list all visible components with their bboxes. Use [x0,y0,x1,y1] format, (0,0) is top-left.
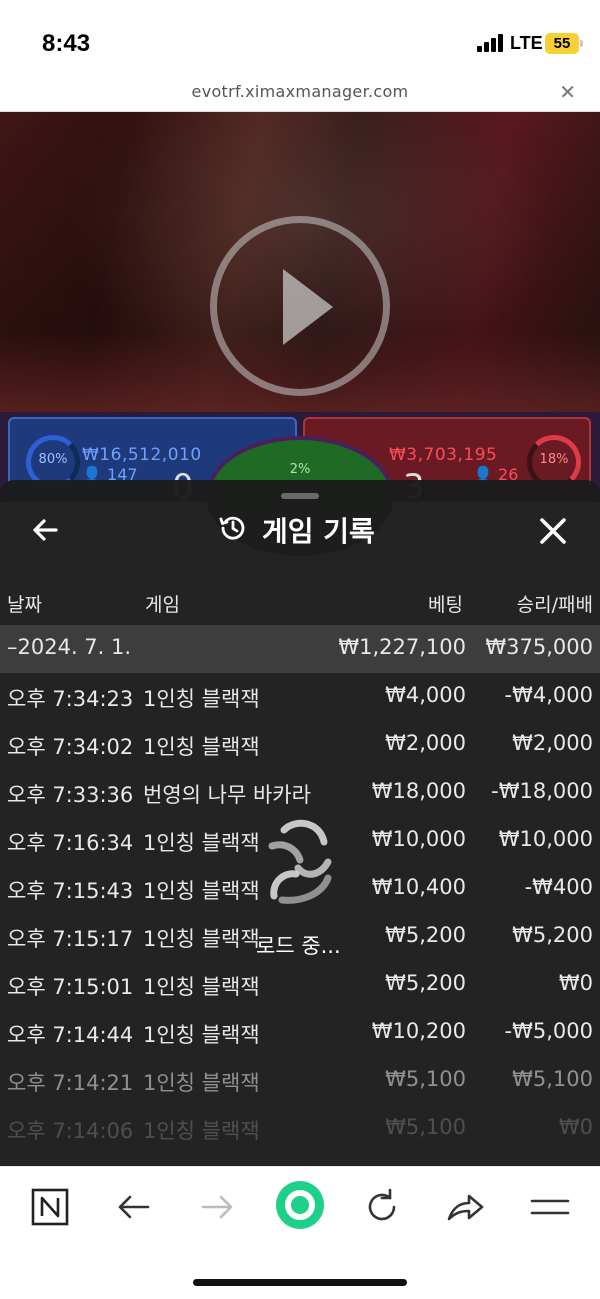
table-row[interactable]: 오후 7:15:01 1인칭 블랙잭 ₩5,200 ₩0 [0,961,600,1009]
status-bar: 8:43 LTE 55 [0,0,600,80]
url-text[interactable]: evotrf.ximaxmanager.com [0,82,600,101]
banker-percent: 18% [539,452,569,467]
status-time: 8:43 [42,30,91,57]
row-time: 오후 7:16:34 [7,831,134,855]
row-bet: ₩5,200 [385,923,466,947]
row-time: 오후 7:15:01 [7,975,134,999]
url-bar[interactable]: evotrf.ximaxmanager.com ✕ [0,80,600,112]
row-bet: ₩10,200 [371,1019,466,1043]
row-game: 1인칭 블랙잭 [143,879,260,903]
column-result: 승리/패배 [516,594,593,616]
sheet-title-text: 게임 기록 [262,515,375,548]
player-percent: 80% [38,452,68,467]
row-bet: ₩2,000 [385,731,466,755]
signal-icon [477,34,503,52]
table-row[interactable]: 오후 7:14:06 1인칭 블랙잭 ₩5,100 ₩0 [0,1105,600,1153]
back-icon[interactable] [112,1185,156,1229]
home-indicator[interactable] [193,1279,407,1286]
table-row[interactable]: 오후 7:34:02 1인칭 블랙잭 ₩2,000 ₩2,000 [0,721,600,769]
row-time: 오후 7:14:44 [7,1023,134,1047]
column-bet: 베팅 [428,594,463,616]
row-time: 오후 7:15:43 [7,879,134,903]
drag-handle[interactable] [281,493,319,499]
row-game: 1인칭 블랙잭 [143,831,260,855]
live-video[interactable] [0,112,600,422]
row-result: ₩5,100 [512,1067,593,1091]
close-url-icon[interactable]: ✕ [559,80,576,104]
row-game: 1인칭 블랙잭 [143,1119,260,1143]
summary-bet: ₩1,227,100 [338,635,466,659]
game-history-sheet: 게임 기록 날짜 게임 베팅 승리/패배 –2024. 7. 1. ₩1,227… [0,480,600,1166]
menu-icon[interactable] [528,1185,572,1229]
table-header: 날짜 게임 베팅 승리/패배 [0,584,600,624]
naver-home-icon[interactable] [28,1185,72,1229]
row-bet: ₩10,000 [371,827,466,851]
reload-icon[interactable] [360,1185,404,1229]
row-time: 오후 7:33:36 [7,783,134,807]
row-bet: ₩10,400 [371,875,466,899]
sheet-title: 게임 기록 [218,510,375,550]
row-bet: ₩4,000 [385,683,466,707]
row-result: ₩0 [558,971,593,995]
table-row[interactable]: 오후 7:14:21 1인칭 블랙잭 ₩5,100 ₩5,100 [0,1057,600,1105]
close-icon[interactable] [534,512,572,550]
row-bet: ₩5,200 [385,971,466,995]
row-result: ₩5,200 [512,923,593,947]
row-game: 1인칭 블랙잭 [143,975,260,999]
row-game: 1인칭 블랙잭 [143,1023,260,1047]
browser-toolbar [0,1166,600,1299]
row-bet: ₩5,100 [385,1115,466,1139]
play-icon[interactable] [210,216,390,396]
history-icon [218,513,248,547]
row-bet: ₩18,000 [371,779,466,803]
row-game: 1인칭 블랙잭 [143,687,260,711]
loading-spinner-icon [262,812,342,908]
forward-icon[interactable] [195,1185,239,1229]
back-arrow-icon[interactable] [26,510,66,550]
row-result: -₩5,000 [504,1019,593,1043]
network-label: LTE [510,33,543,53]
loading-text: 로드 중... [256,934,341,958]
row-result: ₩2,000 [512,731,593,755]
battery-icon: 55 [545,33,583,54]
row-time: 오후 7:14:21 [7,1071,134,1095]
row-game: 1인칭 블랙잭 [143,735,260,759]
row-time: 오후 7:34:02 [7,735,134,759]
row-time: 오후 7:15:17 [7,927,134,951]
tie-percent: 2% [289,462,311,477]
row-time: 오후 7:34:23 [7,687,134,711]
row-result: -₩4,000 [504,683,593,707]
banker-amount: ₩3,703,195 [389,445,498,465]
row-game: 번영의 나무 바카라 [143,783,311,807]
row-game: 1인칭 블랙잭 [143,1071,260,1095]
player-amount: ₩16,512,010 [82,445,202,465]
green-dot-icon[interactable] [274,1179,326,1231]
table-row[interactable]: 오후 7:33:36 번영의 나무 바카라 ₩18,000 -₩18,000 [0,769,600,817]
column-date: 날짜 [7,594,42,616]
row-result: -₩18,000 [491,779,593,803]
row-game: 1인칭 블랙잭 [143,927,260,951]
column-game: 게임 [145,594,180,616]
row-result: -₩400 [524,875,593,899]
share-icon[interactable] [443,1185,487,1229]
row-time: 오후 7:14:06 [7,1119,134,1143]
row-result: ₩0 [558,1115,593,1139]
summary-date: –2024. 7. 1. [7,635,132,659]
table-row[interactable]: 오후 7:34:23 1인칭 블랙잭 ₩4,000 -₩4,000 [0,673,600,721]
row-result: ₩10,000 [498,827,593,851]
summary-row[interactable]: –2024. 7. 1. ₩1,227,100 ₩375,000 [0,625,600,673]
table-row[interactable]: 오후 7:14:44 1인칭 블랙잭 ₩10,200 -₩5,000 [0,1009,600,1057]
row-bet: ₩5,100 [385,1067,466,1091]
summary-result: ₩375,000 [485,635,593,659]
